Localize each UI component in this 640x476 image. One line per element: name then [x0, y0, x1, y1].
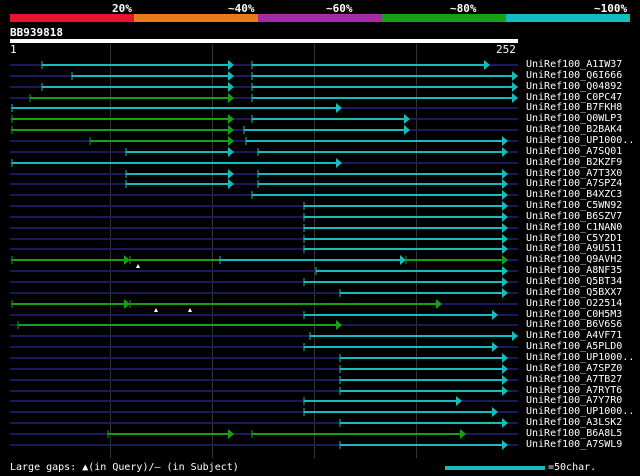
hsp-arrow-icon	[228, 429, 234, 439]
hit-label[interactable]: UniRef100_A7Y7R0	[526, 396, 622, 406]
hit-label[interactable]: UniRef100_Q04892	[526, 82, 622, 92]
hit-label[interactable]: UniRef100_B6A8L5	[526, 429, 622, 439]
hsp-arrow-icon	[456, 396, 462, 406]
hit-label[interactable]: UniRef100_C5WN92	[526, 201, 622, 211]
hit-label[interactable]: UniRef100_Q5BXX7	[526, 288, 622, 298]
hsp-arrow-icon	[502, 190, 508, 200]
hsp-arrow-icon	[502, 266, 508, 276]
hsp-arrow-icon	[512, 71, 518, 81]
hit-label[interactable]: UniRef100_UP1000..	[526, 136, 634, 146]
hit-label[interactable]: UniRef100_O22514	[526, 299, 622, 309]
hsp-arrow-icon	[502, 288, 508, 298]
hit-label[interactable]: UniRef100_B4XZC3	[526, 190, 622, 200]
query-gap-icon	[136, 264, 140, 268]
hsp-arrow-icon	[502, 147, 508, 157]
hsp-arrow-icon	[502, 353, 508, 363]
hsp-arrow-icon	[460, 429, 466, 439]
hit-label[interactable]: UniRef100_A8NF35	[526, 266, 622, 276]
hsp-arrow-icon	[228, 136, 234, 146]
hsp-arrow-icon	[124, 299, 130, 309]
hsp-arrow-icon	[512, 331, 518, 341]
hsp-arrow-icon	[502, 255, 508, 265]
hsp-arrow-icon	[228, 125, 234, 135]
hit-label[interactable]: UniRef100_A5PLD0	[526, 342, 622, 352]
hsp-arrow-icon	[124, 255, 130, 265]
hsp-arrow-icon	[502, 440, 508, 450]
hsp-arrow-icon	[502, 386, 508, 396]
gap-legend: Large gaps: ▲(in Query)/– (in Subject)	[10, 462, 239, 473]
hsp-arrow-icon	[502, 375, 508, 385]
hsp-arrow-icon	[228, 179, 234, 189]
hsp-arrow-icon	[502, 179, 508, 189]
hsp-arrow-icon	[228, 147, 234, 157]
hit-label[interactable]: UniRef100_B2KZF9	[526, 158, 622, 168]
hsp-arrow-icon	[228, 169, 234, 179]
hit-label[interactable]: UniRef100_A7SPZ0	[526, 364, 622, 374]
hsp-arrow-icon	[492, 407, 498, 417]
hsp-arrow-icon	[502, 223, 508, 233]
hit-label[interactable]: UniRef100_A1IW37	[526, 60, 622, 70]
hsp-arrow-icon	[336, 158, 342, 168]
hsp-arrow-icon	[502, 234, 508, 244]
hsp-arrow-icon	[512, 82, 518, 92]
hit-label[interactable]: UniRef100_A3LSK2	[526, 418, 622, 428]
hsp-arrow-icon	[436, 299, 442, 309]
hsp-arrow-icon	[502, 277, 508, 287]
scale-bar	[445, 466, 545, 470]
hsp-arrow-icon	[492, 310, 498, 320]
hsp-arrow-icon	[228, 71, 234, 81]
hsp-arrow-icon	[228, 114, 234, 124]
hsp-arrow-icon	[502, 201, 508, 211]
hsp-arrow-icon	[336, 320, 342, 330]
hit-label[interactable]: UniRef100_UP1000..	[526, 407, 634, 417]
hit-label[interactable]: UniRef100_B7FKH8	[526, 103, 622, 113]
hsp-arrow-icon	[502, 364, 508, 374]
query-gap-icon	[154, 308, 158, 312]
hit-label[interactable]: UniRef100_Q0WLP3	[526, 114, 622, 124]
hit-label[interactable]: UniRef100_C1NAN0	[526, 223, 622, 233]
hsp-arrow-icon	[502, 136, 508, 146]
hit-label[interactable]: UniRef100_Q9AVH2	[526, 255, 622, 265]
hit-label[interactable]: UniRef100_A4VF71	[526, 331, 622, 341]
hsp-arrow-icon	[502, 169, 508, 179]
scale-label: =50char.	[548, 462, 597, 473]
hsp-arrow-icon	[228, 60, 234, 70]
hit-label[interactable]: UniRef100_A7SQ01	[526, 147, 622, 157]
hit-label[interactable]: UniRef100_B2BAK4	[526, 125, 622, 135]
hsp-arrow-icon	[228, 82, 234, 92]
hsp-arrow-icon	[492, 342, 498, 352]
hsp-arrow-icon	[400, 255, 406, 265]
hit-label[interactable]: UniRef100_Q5BT34	[526, 277, 622, 287]
hit-label[interactable]: UniRef100_Q6I666	[526, 71, 622, 81]
hit-label[interactable]: UniRef100_B6SZV7	[526, 212, 622, 222]
hit-label[interactable]: UniRef100_A7TB27	[526, 375, 622, 385]
hsp-arrow-icon	[404, 114, 410, 124]
hsp-arrow-icon	[484, 60, 490, 70]
hsp-arrow-icon	[336, 103, 342, 113]
hit-label[interactable]: UniRef100_B6V6S6	[526, 320, 622, 330]
hit-label[interactable]: UniRef100_A7SWL9	[526, 440, 622, 450]
hsp-arrow-icon	[502, 418, 508, 428]
hsp-arrow-icon	[404, 125, 410, 135]
hsp-arrow-icon	[512, 93, 518, 103]
hsp-arrow-icon	[502, 212, 508, 222]
hsp-arrow-icon	[502, 244, 508, 254]
hit-label[interactable]: UniRef100_A9U511	[526, 244, 622, 254]
hsp-arrow-icon	[228, 93, 234, 103]
hit-label[interactable]: UniRef100_A7SPZ4	[526, 179, 622, 189]
query-gap-icon	[188, 308, 192, 312]
hit-label[interactable]: UniRef100_UP1000..	[526, 353, 634, 363]
